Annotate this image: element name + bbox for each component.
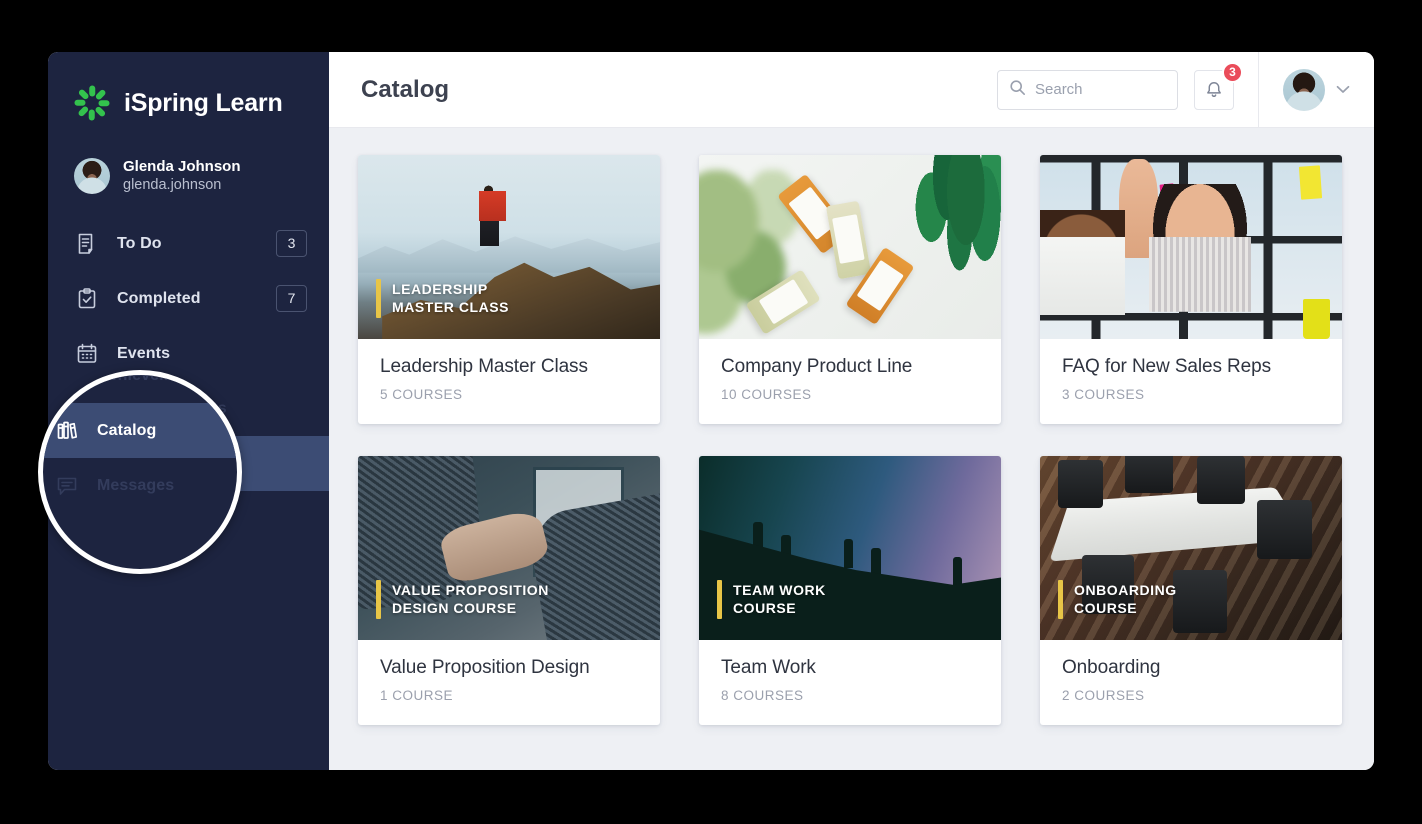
- catalog-card[interactable]: FAQ for New Sales Reps 3 COURSES: [1040, 155, 1342, 424]
- spotlight-highlight-catalog: Achievements Catalog Messages: [38, 370, 242, 574]
- card-overlay: LEADERSHIP MASTER CLASS: [376, 278, 510, 318]
- spotlight-item-label: Messages: [97, 476, 175, 494]
- card-body: Onboarding 2 COURSES: [1040, 640, 1342, 725]
- overlay-text: TEAM WORK COURSE: [733, 581, 826, 617]
- card-course-count: 1 COURSE: [380, 688, 454, 703]
- notifications[interactable]: 3: [1194, 61, 1243, 110]
- spotlight-nav: Achievements Catalog Messages: [43, 375, 237, 513]
- overlay-accent-bar: [376, 579, 381, 619]
- spotlight-item-achievements[interactable]: Achievements: [43, 375, 237, 403]
- overlay-accent-bar: [717, 579, 722, 619]
- sidebar-user[interactable]: Glenda Johnson glenda.johnson: [48, 128, 329, 202]
- handshake-photo: VALUE PROPOSITION DESIGN COURSE: [358, 456, 660, 640]
- topbar-right: Search 3: [997, 52, 1374, 127]
- card-course-count: 8 COURSES: [721, 688, 804, 703]
- overlay-text: LEADERSHIP MASTER CLASS: [392, 280, 510, 316]
- account-menu[interactable]: [1258, 52, 1374, 127]
- screenshot-stage: iSpring Learn Glenda Johnson glenda.john…: [0, 0, 1422, 824]
- search-icon: [1009, 79, 1026, 101]
- sidebar-item-todo[interactable]: To Do 3: [48, 216, 329, 271]
- card-title: Leadership Master Class: [380, 356, 588, 377]
- catalog-content: LEADERSHIP MASTER CLASS Leadership Maste…: [329, 128, 1374, 770]
- chevron-down-icon: [1336, 81, 1350, 99]
- notification-badge: 3: [1222, 61, 1243, 83]
- juice-bottles-photo: [699, 155, 1001, 339]
- brand-name: iSpring Learn: [124, 88, 283, 117]
- search-placeholder: Search: [1035, 81, 1083, 98]
- overlay-accent-bar: [376, 278, 381, 318]
- ispring-sunburst-icon: [73, 84, 111, 122]
- card-body: Team Work 8 COURSES: [699, 640, 1001, 725]
- card-title: Onboarding: [1062, 657, 1161, 678]
- card-overlay: ONBOARDING COURSE: [1058, 579, 1177, 619]
- spotlight-item-messages[interactable]: Messages: [43, 458, 237, 513]
- sidebar-item-label: To Do: [117, 234, 162, 252]
- calendar-icon: [74, 341, 100, 367]
- spotlight-content: Achievements Catalog Messages: [43, 375, 237, 569]
- card-body: Leadership Master Class 5 COURSES: [358, 339, 660, 424]
- avatar: [1283, 68, 1325, 111]
- card-course-count: 2 COURSES: [1062, 688, 1145, 703]
- sidebar-item-label: Events: [117, 344, 171, 362]
- meeting-room-photo: ONBOARDING COURSE: [1040, 456, 1342, 640]
- sidebar-item-label: Completed: [117, 289, 201, 307]
- card-overlay: VALUE PROPOSITION DESIGN COURSE: [376, 579, 549, 619]
- clipboard-check-icon: [74, 286, 100, 312]
- card-title: Company Product Line: [721, 356, 913, 377]
- card-overlay: TEAM WORK COURSE: [717, 579, 826, 619]
- user-login: glenda.johnson: [123, 177, 222, 194]
- catalog-card[interactable]: Company Product Line 10 COURSES: [699, 155, 1001, 424]
- card-title: Value Proposition Design: [380, 657, 590, 678]
- overlay-text: VALUE PROPOSITION DESIGN COURSE: [392, 581, 549, 617]
- card-title: FAQ for New Sales Reps: [1062, 356, 1271, 377]
- catalog-card[interactable]: ONBOARDING COURSE Onboarding 2 COURSES: [1040, 456, 1342, 725]
- search-input[interactable]: Search: [997, 69, 1178, 110]
- books-icon: [54, 418, 80, 444]
- card-course-count: 10 COURSES: [721, 387, 812, 402]
- catalog-card[interactable]: TEAM WORK COURSE Team Work 8 COURSES: [699, 456, 1001, 725]
- sidebar-badge-completed: 7: [276, 285, 307, 312]
- catalog-card[interactable]: VALUE PROPOSITION DESIGN COURSE Value Pr…: [358, 456, 660, 725]
- card-course-count: 3 COURSES: [1062, 387, 1145, 402]
- spotlight-item-label: Catalog: [97, 421, 157, 439]
- hikers-silhouette-photo: TEAM WORK COURSE: [699, 456, 1001, 640]
- main-area: Catalog Search 3 LEADERSHIP MASTER CLASS…: [329, 52, 1374, 770]
- card-body: Value Proposition Design 1 COURSE: [358, 640, 660, 725]
- brand-logo[interactable]: iSpring Learn: [48, 52, 329, 128]
- avatar: [74, 158, 110, 194]
- mountain-climber-photo: LEADERSHIP MASTER CLASS: [358, 155, 660, 339]
- user-name: Glenda Johnson: [123, 157, 241, 175]
- catalog-card[interactable]: LEADERSHIP MASTER CLASS Leadership Maste…: [358, 155, 660, 424]
- spotlight-item-catalog[interactable]: Catalog: [43, 403, 237, 458]
- office-meeting-photo: [1040, 155, 1342, 339]
- card-body: FAQ for New Sales Reps 3 COURSES: [1040, 339, 1342, 424]
- catalog-grid: LEADERSHIP MASTER CLASS Leadership Maste…: [358, 155, 1342, 725]
- page-title: Catalog: [361, 75, 450, 103]
- sidebar-item-events[interactable]: Events: [48, 326, 329, 381]
- overlay-text: ONBOARDING COURSE: [1074, 581, 1177, 617]
- chat-bubble-icon: [54, 473, 80, 499]
- sidebar-item-completed[interactable]: Completed 7: [48, 271, 329, 326]
- document-list-icon: [74, 231, 100, 257]
- overlay-accent-bar: [1058, 579, 1063, 619]
- sidebar-badge-todo: 3: [276, 230, 307, 257]
- card-course-count: 5 COURSES: [380, 387, 463, 402]
- card-title: Team Work: [721, 657, 816, 678]
- card-body: Company Product Line 10 COURSES: [699, 339, 1001, 424]
- app-window: iSpring Learn Glenda Johnson glenda.john…: [48, 52, 1374, 770]
- topbar: Catalog Search 3: [329, 52, 1374, 128]
